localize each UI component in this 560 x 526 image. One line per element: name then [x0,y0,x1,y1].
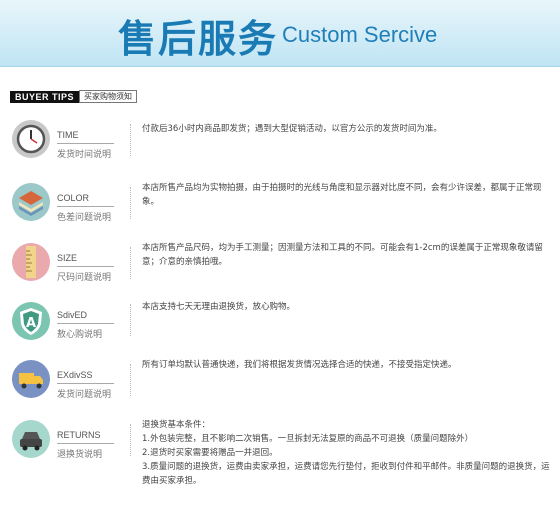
dotted-separator [130,124,132,156]
page-title-cn: 售后服务 [118,17,279,61]
truck-icon [12,360,50,398]
label-cn: 敖心购说明 [57,330,103,340]
description: 本店所售产品尺码，均为手工测量；因测量方法和工具的不同。可能会有1-2cm的误差… [142,243,543,267]
description: 本店所售产品均为实物拍摄，由于拍摄时的光线与角度和显示器对比度不同，会有少许误差… [142,183,542,207]
dotted-separator [130,304,132,336]
label-cn: 色差问题说明 [57,213,112,223]
label-cn: 尺码问题说明 [57,273,112,283]
info-row-returns: RETURNS 退换货说明 退换货基本条件： 1.外包装完整，且不影响二次销售。… [0,420,560,510]
divider [57,266,114,267]
label-cn: 发货问题说明 [57,390,112,400]
label-en: SdivED [57,310,88,320]
info-row-express: EXdivSS 发货问题说明 所有订单均默认普通快递，我们将根据发货情况选择合适… [0,360,560,410]
description: 付款后36小时内商品即发货；遇到大型促销活动，以官方公示的发货时间为准。 [142,124,442,134]
description: 本店支持七天无理由退换货，放心购物。 [142,302,296,312]
description: 退换货基本条件： 1.外包装完整，且不影响二次销售。一旦拆封无法复原的商品不可退… [142,420,550,486]
buyer-tips-badge: BUYER TIPS [10,90,80,103]
divider [57,443,114,444]
label-en: SIZE [57,253,78,263]
svg-text:A: A [26,316,36,331]
info-row-time: TIME 发货时间说明 付款后36小时内商品即发货；遇到大型促销活动，以官方公示… [0,120,560,170]
description: 所有订单均默认普通快递，我们将根据发货情况选择合适的快递，不接受指定快递。 [142,360,457,370]
color-layers-icon [12,183,50,221]
header-banner: 售后服务 Custom Sercive [0,0,560,67]
page-title-en: Custom Sercive [282,22,438,47]
dotted-separator [130,424,132,456]
ruler-icon [12,243,50,281]
dotted-separator [130,187,132,219]
info-row-safe: A SdivED 敖心购说明 本店支持七天无理由退换货，放心购物。 [0,302,560,352]
label-en: COLOR [57,193,90,203]
label-en: RETURNS [57,430,101,440]
shield-icon: A [12,302,50,340]
divider [57,323,114,324]
clock-icon [12,120,50,158]
info-row-color: COLOR 色差问题说明 本店所售产品均为实物拍摄，由于拍摄时的光线与角度和显示… [0,183,560,233]
divider [57,383,114,384]
car-icon [12,420,50,458]
label-cn: 退换货说明 [57,450,103,460]
divider [57,206,114,207]
buyer-tips-title: 买家购物须知 [79,90,138,103]
buyer-tips-bar: BUYER TIPS 买家购物须知 [10,90,138,103]
label-en: EXdivSS [57,370,93,380]
dotted-separator [130,364,132,396]
info-row-size: SIZE 尺码问题说明 本店所售产品尺码，均为手工测量；因测量方法和工具的不同。… [0,243,560,293]
label-cn: 发货时间说明 [57,150,112,160]
dotted-separator [130,247,132,279]
divider [57,143,114,144]
label-en: TIME [57,130,79,140]
